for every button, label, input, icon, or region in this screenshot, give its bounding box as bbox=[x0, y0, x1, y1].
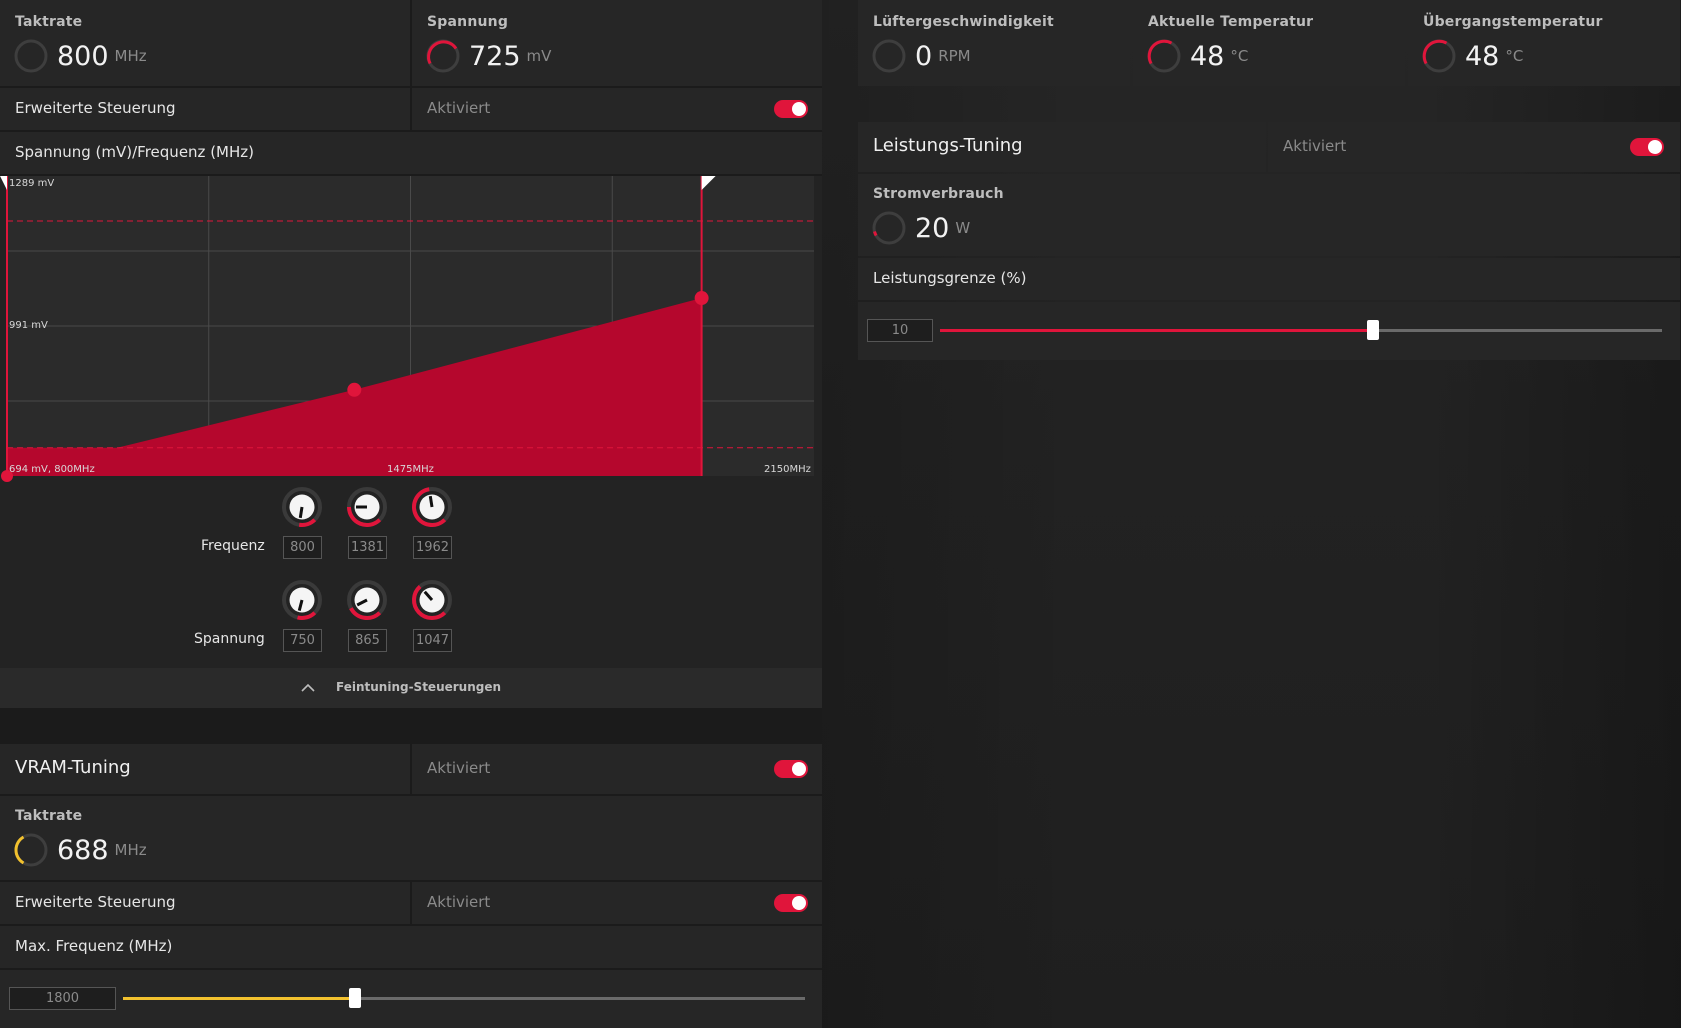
gpu-clock-card: Taktrate 800 MHz bbox=[0, 0, 410, 86]
power-consumption-unit: W bbox=[955, 219, 971, 237]
vram-clock-unit: MHz bbox=[114, 841, 147, 859]
gpu-voltage-value: 725 bbox=[469, 40, 521, 72]
vram-maxfreq-input[interactable]: 1800 bbox=[9, 987, 116, 1010]
chevron-up-icon bbox=[301, 683, 315, 692]
power-title: Leistungs-Tuning bbox=[873, 135, 1023, 156]
fan-speed-label: Lüftergeschwindigkeit bbox=[873, 14, 1054, 30]
junction-temp-card: Übergangstemperatur 48 °C bbox=[1408, 0, 1680, 86]
gpu-advanced-label: Erweiterte Steuerung bbox=[15, 99, 176, 117]
vf-curve-chart[interactable]: 1289 mV 991 mV 694 mV, 800MHz 1475MHz 21… bbox=[0, 176, 822, 486]
gpu-advanced-toggle[interactable] bbox=[774, 100, 808, 118]
vram-advanced-row: Erweiterte Steuerung bbox=[0, 882, 410, 924]
gauge-icon bbox=[426, 39, 460, 73]
knob-pointer bbox=[428, 495, 434, 508]
power-consumption-card: Stromverbrauch 20 W bbox=[858, 174, 1680, 256]
gauge-icon bbox=[1422, 39, 1456, 73]
power-consumption-label: Stromverbrauch bbox=[873, 186, 1004, 202]
vram-maxfreq-slider-row: 1800 bbox=[0, 970, 822, 1028]
y-top-label: 1289 mV bbox=[9, 178, 54, 189]
gpu-advanced-status: Aktiviert bbox=[427, 99, 491, 117]
finetune-label: Feintuning-Steuerungen bbox=[336, 680, 502, 694]
vram-maxfreq-fill bbox=[123, 997, 355, 1000]
volt-input-1[interactable]: 750 bbox=[283, 629, 322, 652]
vram-maxfreq-title-row: Max. Frequenz (MHz) bbox=[0, 926, 822, 968]
gpu-clock-unit: MHz bbox=[114, 47, 147, 65]
knob-icon[interactable] bbox=[345, 578, 389, 622]
gauge-icon bbox=[872, 39, 906, 73]
fan-speed-value: 0 bbox=[915, 40, 933, 72]
power-title-cell: Leistungs-Tuning bbox=[858, 122, 1266, 172]
gpu-advanced-row: Erweiterte Steuerung bbox=[0, 88, 410, 130]
knob-icon[interactable] bbox=[345, 485, 389, 529]
gpu-clock-label: Taktrate bbox=[15, 14, 83, 30]
vram-toggle[interactable] bbox=[774, 760, 808, 778]
frequency-label: Frequenz bbox=[201, 538, 265, 554]
vram-advanced-status-cell: Aktiviert bbox=[412, 882, 822, 924]
current-temp-unit: °C bbox=[1230, 47, 1249, 65]
knob-icon[interactable] bbox=[410, 578, 454, 622]
finetune-footer[interactable]: Feintuning-Steuerungen bbox=[0, 668, 822, 708]
curve-point bbox=[694, 291, 709, 306]
vram-title-cell: VRAM-Tuning bbox=[0, 744, 410, 794]
curve-point bbox=[347, 382, 362, 397]
origin-label: 694 mV, 800MHz bbox=[9, 464, 95, 475]
volt-input-3[interactable]: 1047 bbox=[413, 629, 452, 652]
gpu-voltage-card: Spannung 725 mV bbox=[412, 0, 822, 86]
curve-title-row: Spannung (mV)/Frequenz (MHz) bbox=[0, 132, 822, 174]
power-limit-slider-row: 10 bbox=[858, 302, 1680, 360]
vram-clock-value: 688 bbox=[57, 834, 109, 866]
current-temp-card: Aktuelle Temperatur 48 °C bbox=[1133, 0, 1405, 86]
junction-temp-value: 48 bbox=[1465, 40, 1500, 72]
gpu-clock-value: 800 bbox=[57, 40, 109, 72]
freq-input-3[interactable]: 1962 bbox=[413, 536, 452, 559]
knob-icon[interactable] bbox=[410, 485, 454, 529]
vram-status: Aktiviert bbox=[427, 759, 491, 777]
power-limit-input[interactable]: 10 bbox=[867, 319, 933, 342]
power-consumption-value: 20 bbox=[915, 212, 950, 244]
current-temp-value: 48 bbox=[1190, 40, 1225, 72]
gauge-icon bbox=[872, 211, 906, 245]
power-status: Aktiviert bbox=[1283, 137, 1347, 155]
vram-status-cell: Aktiviert bbox=[412, 744, 822, 794]
vram-advanced-status: Aktiviert bbox=[427, 893, 491, 911]
power-limit-title-row: Leistungsgrenze (%) bbox=[858, 258, 1680, 300]
current-temp-label: Aktuelle Temperatur bbox=[1148, 14, 1314, 30]
knob-pointer bbox=[298, 506, 304, 519]
power-limit-thumb[interactable] bbox=[1367, 320, 1380, 340]
vram-clock-card: Taktrate 688 MHz bbox=[0, 796, 822, 880]
x-mid-label: 1475MHz bbox=[387, 464, 434, 475]
freq-input-2[interactable]: 1381 bbox=[348, 536, 387, 559]
fan-speed-unit: RPM bbox=[938, 47, 971, 65]
vram-clock-label: Taktrate bbox=[15, 808, 83, 824]
vram-maxfreq-label: Max. Frequenz (MHz) bbox=[15, 937, 173, 955]
fan-speed-card: Lüftergeschwindigkeit 0 RPM bbox=[858, 0, 1130, 86]
power-status-cell: Aktiviert bbox=[1268, 122, 1680, 172]
curve-editor: 1289 mV 991 mV 694 mV, 800MHz 1475MHz 21… bbox=[0, 176, 822, 708]
vram-advanced-label: Erweiterte Steuerung bbox=[15, 893, 176, 911]
gpu-voltage-label: Spannung bbox=[427, 14, 509, 30]
knob-icon[interactable] bbox=[280, 578, 324, 622]
gauge-icon bbox=[14, 833, 48, 867]
junction-temp-unit: °C bbox=[1505, 47, 1524, 65]
y-mid-label: 991 mV bbox=[9, 320, 48, 331]
gauge-icon bbox=[14, 39, 48, 73]
junction-temp-label: Übergangstemperatur bbox=[1423, 14, 1603, 30]
voltage-label: Spannung bbox=[194, 631, 265, 647]
vram-maxfreq-thumb[interactable] bbox=[348, 988, 361, 1008]
vram-title: VRAM-Tuning bbox=[15, 757, 131, 778]
gpu-advanced-status-cell: Aktiviert bbox=[412, 88, 822, 130]
power-limit-label: Leistungsgrenze (%) bbox=[873, 269, 1027, 287]
volt-input-2[interactable]: 865 bbox=[348, 629, 387, 652]
vram-advanced-toggle[interactable] bbox=[774, 894, 808, 912]
gpu-voltage-unit: mV bbox=[526, 47, 552, 65]
x-max-label: 2150MHz bbox=[764, 464, 811, 475]
freq-input-1[interactable]: 800 bbox=[283, 536, 322, 559]
power-limit-fill bbox=[940, 329, 1374, 332]
min-frequency-marker bbox=[0, 176, 7, 190]
power-toggle[interactable] bbox=[1630, 138, 1664, 156]
gauge-icon bbox=[1147, 39, 1181, 73]
knob-icon[interactable] bbox=[280, 485, 324, 529]
curve-title: Spannung (mV)/Frequenz (MHz) bbox=[15, 143, 254, 161]
